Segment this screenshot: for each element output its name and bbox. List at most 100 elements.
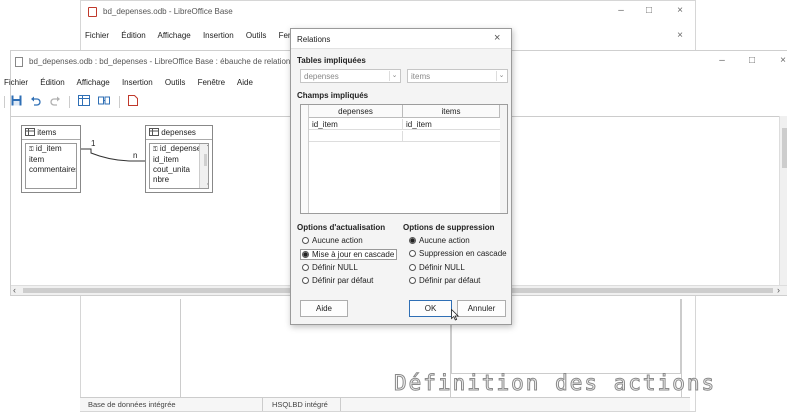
grid-cell-items[interactable]: id_item <box>403 119 500 130</box>
radio-indicator[interactable] <box>302 237 309 244</box>
dialog-close-icon[interactable]: × <box>494 32 500 44</box>
radio-indicator[interactable] <box>409 250 416 257</box>
radio-indicator[interactable] <box>302 277 309 284</box>
menu-outils[interactable]: Outils <box>165 78 185 87</box>
back-menu-edition[interactable]: Édition <box>121 31 145 40</box>
front-toolbar <box>4 95 144 111</box>
status-engine: HSQLBD intégré <box>272 400 328 409</box>
table-window-depenses[interactable]: depenses ⚿ id_depense id_item cout_unita… <box>145 125 213 193</box>
radio-indicator[interactable] <box>409 237 416 244</box>
redo-icon[interactable] <box>50 95 61 108</box>
radio-indicator[interactable] <box>409 277 416 284</box>
radio-label: Définir NULL <box>419 263 465 272</box>
field-row[interactable]: commentaires <box>26 165 76 175</box>
table-left-select[interactable]: depenses ⌄ <box>300 69 401 83</box>
scroll-up-icon[interactable]: ⌃ <box>203 144 208 152</box>
menu-fichier[interactable]: Fichier <box>4 78 28 87</box>
field-name: id_item <box>153 155 179 164</box>
field-name: cout_unita <box>153 165 190 174</box>
field-name: nbre <box>153 175 170 184</box>
add-tables-icon[interactable] <box>78 95 91 108</box>
new-relation-icon[interactable] <box>98 95 111 108</box>
table-items-field-list[interactable]: ⚿ id_item item commentaires <box>25 143 77 189</box>
relations-dialog: Relations × Tables impliquées depenses ⌄… <box>290 28 512 325</box>
delete-set-default-radio[interactable]: Définir par défaut <box>409 276 480 285</box>
menu-aide[interactable]: Aide <box>237 78 253 87</box>
field-name: item <box>29 155 45 164</box>
radio-indicator[interactable] <box>302 251 309 258</box>
front-close-button[interactable]: × <box>775 55 787 66</box>
chevron-down-icon[interactable]: ⌄ <box>496 71 506 81</box>
update-set-null-radio[interactable]: Définir NULL <box>302 263 358 272</box>
back-menu-affichage[interactable]: Affichage <box>158 31 191 40</box>
menu-affichage[interactable]: Affichage <box>77 78 110 87</box>
scroll-left-icon[interactable]: ‹ <box>13 285 16 295</box>
table-right-select[interactable]: items ⌄ <box>407 69 508 83</box>
back-left-pane <box>81 299 181 397</box>
back-maximize-button[interactable]: □ <box>641 5 657 16</box>
table-left-value: depenses <box>304 72 339 81</box>
front-menubar: Fichier Édition Affichage Insertion Outi… <box>4 78 263 87</box>
menu-insertion[interactable]: Insertion <box>122 78 153 87</box>
radio-indicator[interactable] <box>302 264 309 271</box>
radio-label: Définir NULL <box>312 263 358 272</box>
document-icon <box>15 57 23 67</box>
automatic-design-icon[interactable] <box>127 95 138 108</box>
update-cascade-radio[interactable]: Mise à jour en cascade <box>300 249 398 260</box>
back-menu-outils[interactable]: Outils <box>246 31 266 40</box>
back-minimize-button[interactable]: – <box>613 5 629 16</box>
ok-button[interactable]: OK <box>409 300 452 317</box>
back-menubar: Fichier Édition Affichage Insertion Outi… <box>85 31 302 40</box>
scroll-down-icon[interactable]: ⌄ <box>203 180 208 188</box>
update-no-action-radio[interactable]: Aucune action <box>302 236 363 245</box>
back-doc-close-button[interactable]: × <box>672 30 688 41</box>
canvas-vertical-scrollbar[interactable] <box>779 116 787 285</box>
radio-label: Aucune action <box>419 236 470 245</box>
grid-cell-empty[interactable] <box>403 131 500 142</box>
menu-fenetre[interactable]: Fenêtre <box>198 78 226 87</box>
vertical-scroll-thumb[interactable] <box>782 128 787 168</box>
table-items-name: items <box>37 128 57 137</box>
field-row[interactable]: ⚿ id_item <box>26 144 76 155</box>
scroll-right-icon[interactable]: › <box>777 285 780 295</box>
undo-icon[interactable] <box>30 95 42 108</box>
save-icon[interactable] <box>11 95 22 108</box>
cardinality-many-label: n <box>133 151 138 160</box>
table-window-items-header[interactable]: items <box>22 126 80 140</box>
cancel-button[interactable]: Annuler <box>457 300 506 317</box>
update-set-default-radio[interactable]: Définir par défaut <box>302 276 373 285</box>
table-right-value: items <box>411 72 431 81</box>
fields-involved-label: Champs impliqués <box>297 91 369 100</box>
table-depenses-name: depenses <box>161 128 196 137</box>
delete-set-null-radio[interactable]: Définir NULL <box>409 263 465 272</box>
chevron-down-icon[interactable]: ⌄ <box>389 71 399 81</box>
table-window-depenses-header[interactable]: depenses <box>146 126 212 140</box>
fields-involved-grid[interactable]: depenses items id_item id_item <box>300 104 508 214</box>
back-window-title: bd_depenses.odb - LibreOffice Base <box>103 7 233 16</box>
delete-cascade-radio[interactable]: Suppression en cascade <box>409 249 507 258</box>
row-header-column <box>301 105 309 213</box>
grid-cell-empty[interactable] <box>309 131 403 142</box>
mouse-cursor-icon <box>451 309 459 321</box>
grid-cell-depenses[interactable]: id_item <box>309 119 403 130</box>
delete-no-action-radio[interactable]: Aucune action <box>409 236 470 245</box>
field-row[interactable]: item <box>26 155 76 165</box>
radio-label: Définir par défaut <box>312 276 374 285</box>
back-menu-insertion[interactable]: Insertion <box>203 31 234 40</box>
front-maximize-button[interactable]: □ <box>744 55 760 66</box>
front-minimize-button[interactable]: – <box>714 55 730 66</box>
scroll-thumb[interactable] <box>204 154 207 166</box>
front-window-title: bd_depenses.odb : bd_depenses - LibreOff… <box>29 57 291 66</box>
grid-scrollbar[interactable] <box>500 105 507 213</box>
table-icon <box>25 128 35 136</box>
menu-edition[interactable]: Édition <box>40 78 64 87</box>
table-depenses-field-list[interactable]: ⚿ id_depense id_item cout_unita nbre ⌃ ⌄ <box>149 143 209 189</box>
table-window-items[interactable]: items ⚿ id_item item commentaires <box>21 125 81 193</box>
back-menu-fichier[interactable]: Fichier <box>85 31 109 40</box>
radio-indicator[interactable] <box>409 264 416 271</box>
field-list-scrollbar[interactable]: ⌃ ⌄ <box>199 144 208 188</box>
tables-involved-label: Tables impliquées <box>297 56 366 65</box>
dialog-title: Relations <box>297 35 331 44</box>
back-close-button[interactable]: × <box>672 5 688 16</box>
help-button[interactable]: Aide <box>300 300 348 317</box>
